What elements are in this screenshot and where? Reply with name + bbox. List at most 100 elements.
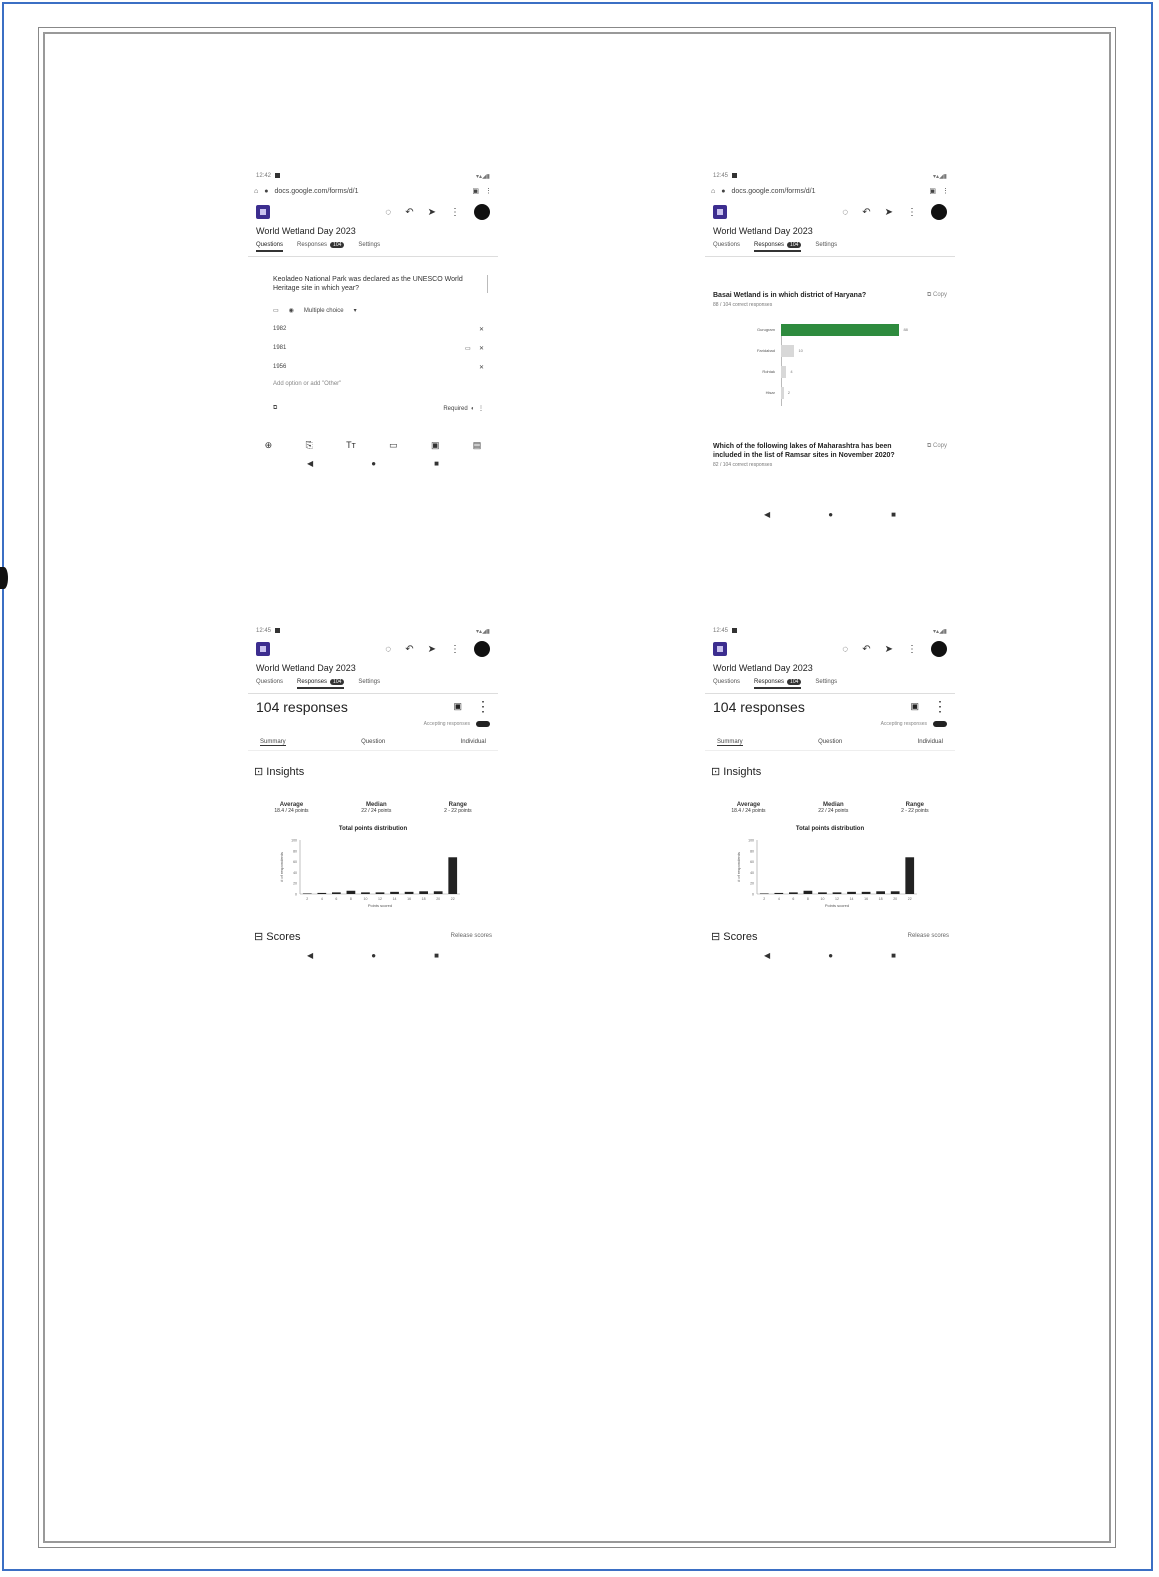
browser-url-bar[interactable]: ⌂ ● docs.google.com/forms/d/1 ▣ ⋮ (705, 182, 955, 200)
tab-settings[interactable]: Settings (358, 242, 380, 252)
tabs-icon[interactable]: ▣ (929, 187, 936, 195)
chevron-down-icon[interactable]: ▾ (354, 307, 357, 314)
avatar[interactable] (931, 641, 947, 657)
palette-icon[interactable]: ◌ (385, 644, 391, 655)
form-tabs: Questions Responses 104 Settings (705, 238, 955, 257)
tab-responses[interactable]: Responses 104 (297, 679, 345, 689)
close-icon[interactable]: ✕ (479, 364, 484, 371)
tab-responses[interactable]: Responses 104 (754, 679, 802, 689)
recents-icon[interactable]: ■ (891, 510, 896, 519)
recents-icon[interactable]: ■ (434, 951, 439, 960)
more-icon[interactable]: ⋮ (907, 644, 917, 655)
add-question-icon[interactable]: ⊕ (265, 440, 273, 451)
more-icon[interactable]: ⋮ (478, 406, 484, 412)
palette-icon[interactable]: ◌ (842, 207, 848, 218)
forms-logo-icon (256, 205, 270, 219)
copy-button[interactable]: ⧉ Copy (927, 291, 947, 300)
send-icon[interactable]: ➤ (885, 207, 893, 218)
option-row[interactable]: 1981 ▭ ✕ (273, 345, 488, 352)
image-icon[interactable]: ▭ (465, 346, 471, 352)
release-scores-button[interactable]: Release scores (908, 933, 949, 943)
undo-icon[interactable]: ↶ (405, 644, 413, 655)
duplicate-icon[interactable]: ⧉ (273, 405, 277, 412)
sheets-icon[interactable]: ▣ (910, 701, 919, 712)
tab-settings[interactable]: Settings (358, 679, 380, 689)
tab-questions[interactable]: Questions (713, 242, 740, 252)
question-card[interactable]: Keoladeo National Park was declared as t… (248, 265, 498, 418)
tab-questions[interactable]: Questions (713, 679, 740, 689)
more-icon[interactable]: ⋮ (942, 187, 949, 195)
release-scores-button[interactable]: Release scores (451, 933, 492, 943)
tab-question[interactable]: Question (818, 739, 842, 746)
import-icon[interactable]: ⎘ (306, 440, 313, 451)
home-icon[interactable]: ⌂ (254, 188, 258, 195)
tab-question[interactable]: Question (361, 739, 385, 746)
send-icon[interactable]: ➤ (428, 207, 436, 218)
image-icon[interactable]: ▭ (273, 307, 279, 314)
add-option-link[interactable]: Add option or add "Other" (273, 381, 488, 387)
undo-icon[interactable]: ↶ (405, 207, 413, 218)
tab-individual[interactable]: Individual (461, 739, 486, 746)
question-type-select[interactable]: Multiple choice (304, 308, 344, 314)
question-type-row[interactable]: ▭ ◉ Multiple choice ▾ (273, 307, 488, 315)
tab-summary[interactable]: Summary (260, 739, 286, 746)
accepting-toggle[interactable] (476, 721, 490, 727)
back-icon[interactable]: ◀ (307, 459, 313, 468)
accepting-row: Accepting responses (705, 719, 955, 729)
accepting-toggle[interactable] (933, 721, 947, 727)
avatar[interactable] (931, 204, 947, 220)
tab-settings[interactable]: Settings (815, 242, 837, 252)
tab-individual[interactable]: Individual (918, 739, 943, 746)
home-icon[interactable]: ● (828, 951, 833, 960)
tab-responses[interactable]: Responses 104 (754, 242, 802, 252)
more-icon[interactable]: ⋮ (485, 187, 492, 195)
home-icon[interactable]: ● (371, 459, 376, 468)
url-text[interactable]: docs.google.com/forms/d/1 (731, 188, 923, 195)
tabs-icon[interactable]: ▣ (472, 187, 479, 195)
tab-summary[interactable]: Summary (717, 739, 743, 746)
image-icon[interactable]: ▭ (389, 440, 398, 451)
home-icon[interactable]: ● (828, 510, 833, 519)
send-icon[interactable]: ➤ (428, 644, 436, 655)
tab-responses[interactable]: Responses 104 (297, 242, 345, 252)
tab-questions[interactable]: Questions (256, 679, 283, 689)
send-icon[interactable]: ➤ (885, 644, 893, 655)
question-text[interactable]: Keoladeo National Park was declared as t… (273, 275, 488, 293)
more-icon[interactable]: ⋮ (450, 644, 460, 655)
more-icon[interactable]: ⋮ (476, 698, 490, 715)
recents-icon[interactable]: ■ (891, 951, 896, 960)
distribution-bar (317, 892, 327, 894)
option-row[interactable]: 1982 ✕ (273, 326, 488, 333)
video-icon[interactable]: ▣ (431, 440, 440, 451)
url-text[interactable]: docs.google.com/forms/d/1 (274, 188, 466, 195)
home-icon[interactable]: ● (371, 951, 376, 960)
more-icon[interactable]: ⋮ (907, 207, 917, 218)
back-icon[interactable]: ◀ (307, 951, 313, 960)
required-toggle[interactable]: ◐ (471, 406, 475, 412)
tab-questions[interactable]: Questions (256, 242, 284, 252)
more-icon[interactable]: ⋮ (450, 207, 460, 218)
undo-icon[interactable]: ↶ (862, 207, 870, 218)
close-icon[interactable]: ✕ (479, 346, 484, 352)
text-icon[interactable]: Tт (346, 440, 356, 451)
sheets-icon[interactable]: ▣ (453, 701, 462, 712)
palette-icon[interactable]: ◌ (842, 644, 848, 655)
palette-icon[interactable]: ◌ (385, 207, 391, 218)
back-icon[interactable]: ◀ (764, 510, 770, 519)
recents-icon[interactable]: ■ (434, 459, 439, 468)
tab-settings[interactable]: Settings (815, 679, 837, 689)
home-icon[interactable]: ⌂ (711, 188, 715, 195)
more-icon[interactable]: ⋮ (933, 698, 947, 715)
copy-button[interactable]: ⧉ Copy (927, 442, 947, 460)
back-icon[interactable]: ◀ (764, 951, 770, 960)
option-row[interactable]: 1956 ✕ (273, 364, 488, 371)
y-tick-label: 80 (293, 849, 297, 853)
browser-url-bar[interactable]: ⌂ ● docs.google.com/forms/d/1 ▣ ⋮ (248, 182, 498, 200)
undo-icon[interactable]: ↶ (862, 644, 870, 655)
close-icon[interactable]: ✕ (479, 326, 484, 333)
distribution-bar (433, 891, 443, 894)
avatar[interactable] (474, 641, 490, 657)
section-icon[interactable]: ▤ (473, 440, 482, 451)
avatar[interactable] (474, 204, 490, 220)
scan-blot (0, 567, 8, 589)
